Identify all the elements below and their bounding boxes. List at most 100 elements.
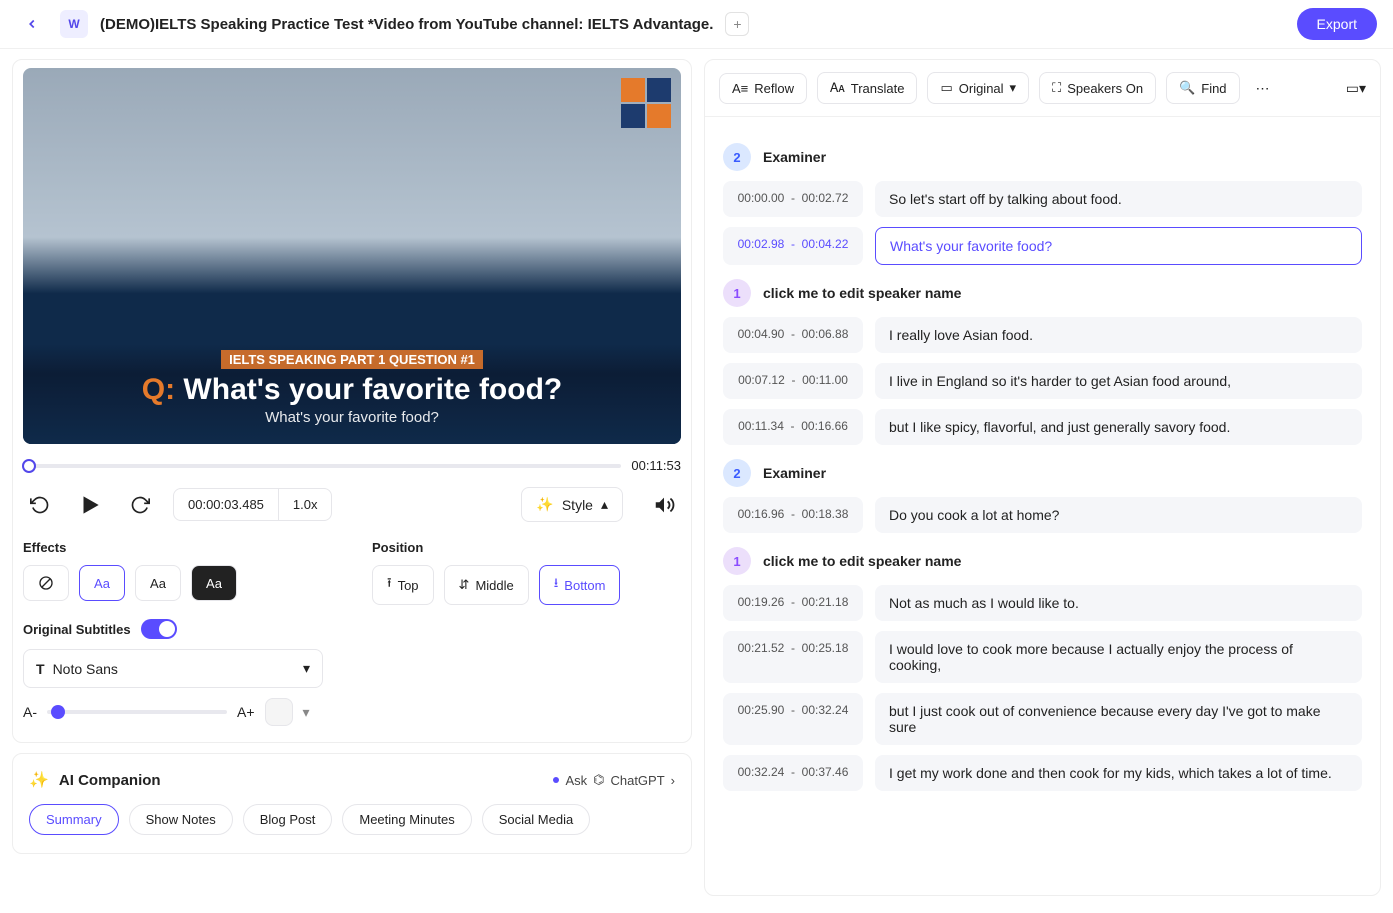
align-top-icon: ⭱	[387, 574, 392, 596]
style-dropdown[interactable]: ✨ Style ▴	[521, 487, 623, 522]
question-subtitle: Q: What's your favorite food?	[33, 373, 671, 407]
transcript-text[interactable]: I would love to cook more because I actu…	[875, 631, 1362, 683]
chevron-up-icon: ▴	[601, 496, 608, 513]
chip-summary[interactable]: Summary	[29, 804, 119, 835]
position-middle[interactable]: ⇵Middle	[444, 565, 529, 605]
transcript-line[interactable]: 00:32.24 - 00:37.46 I get my work done an…	[723, 755, 1362, 791]
back-button[interactable]	[16, 8, 48, 40]
color-picker[interactable]	[265, 698, 293, 726]
effect-dark[interactable]: Aa	[191, 565, 237, 601]
timestamp[interactable]: 00:21.52 - 00:25.18	[723, 631, 863, 683]
transcript-line[interactable]: 00:19.26 - 00:21.18 Not as much as I woul…	[723, 585, 1362, 621]
original-dropdown[interactable]: ▭Original▾	[927, 72, 1029, 104]
skill-icons	[621, 78, 671, 128]
add-tab-button[interactable]: +	[725, 12, 749, 36]
translate-icon: 🗛	[830, 80, 845, 96]
chevron-down-icon[interactable]: ▾	[303, 704, 310, 721]
rewind-button[interactable]	[23, 488, 57, 522]
align-bottom-icon: ⭳	[554, 574, 559, 596]
speakers-toggle[interactable]: ⛶Speakers On	[1039, 72, 1156, 104]
chip-show-notes[interactable]: Show Notes	[129, 804, 233, 835]
more-menu[interactable]: ⋯	[1250, 76, 1276, 101]
transcript-line[interactable]: 00:00.00 - 00:02.72 So let's start off by…	[723, 181, 1362, 217]
reflow-icon: A≡	[732, 81, 748, 96]
video-frame[interactable]: IELTS SPEAKING PART 1 QUESTION #1 Q: Wha…	[23, 68, 681, 444]
transcript-line[interactable]: 00:02.98 - 00:04.22 What's your favorite …	[723, 227, 1362, 265]
chevron-right-icon: ›	[671, 773, 675, 788]
player-panel: IELTS SPEAKING PART 1 QUESTION #1 Q: Wha…	[12, 59, 692, 743]
speaker-header[interactable]: 2 Examiner	[723, 143, 1362, 171]
duration-label: 00:11:53	[631, 458, 681, 473]
effect-plain[interactable]: Aa	[135, 565, 181, 601]
timestamp[interactable]: 00:02.98 - 00:04.22	[723, 227, 863, 265]
playback-rate[interactable]: 1.0x	[279, 489, 332, 520]
speakers-icon: ⛶	[1052, 80, 1061, 96]
transcript-text[interactable]: I get my work done and then cook for my …	[875, 755, 1362, 791]
sparkle-icon: ✨	[29, 770, 49, 790]
translate-button[interactable]: 🗛Translate	[817, 72, 917, 104]
timestamp[interactable]: 00:04.90 - 00:06.88	[723, 317, 863, 353]
transcript-panel: A≡Reflow 🗛Translate ▭Original▾ ⛶Speakers…	[704, 59, 1381, 896]
reflow-button[interactable]: A≡Reflow	[719, 73, 807, 104]
transcript-text[interactable]: What's your favorite food?	[875, 227, 1362, 265]
chip-blog-post[interactable]: Blog Post	[243, 804, 333, 835]
ai-companion-panel: ✨ AI Companion Ask ⌬ ChatGPT › SummarySh…	[12, 753, 692, 854]
speaker-badge: 2	[723, 143, 751, 171]
font-select[interactable]: T Noto Sans ▾	[23, 649, 323, 688]
speaker-badge: 1	[723, 547, 751, 575]
forward-button[interactable]	[123, 488, 157, 522]
transcript-text[interactable]: but I like spicy, flavorful, and just ge…	[875, 409, 1362, 445]
timestamp[interactable]: 00:07.12 - 00:11.00	[723, 363, 863, 399]
font-increase-label: A+	[237, 704, 255, 720]
subtitle-overlay: IELTS SPEAKING PART 1 QUESTION #1 Q: Wha…	[23, 344, 681, 444]
play-button[interactable]	[73, 488, 107, 522]
align-middle-icon: ⇵	[459, 577, 470, 593]
speaker-header[interactable]: 1click me to edit speaker name	[723, 279, 1362, 307]
timestamp[interactable]: 00:11.34 - 00:16.66	[723, 409, 863, 445]
timestamp[interactable]: 00:19.26 - 00:21.18	[723, 585, 863, 621]
chevron-down-icon: ▾	[303, 660, 310, 677]
transcript-text[interactable]: I live in England so it's harder to get …	[875, 363, 1362, 399]
speaker-header[interactable]: 2Examiner	[723, 459, 1362, 487]
export-button[interactable]: Export	[1297, 8, 1377, 40]
transcript-text[interactable]: I really love Asian food.	[875, 317, 1362, 353]
speaker-header[interactable]: 1 click me to edit speaker name	[723, 547, 1362, 575]
timestamp[interactable]: 00:00.00 - 00:02.72	[723, 181, 863, 217]
transcript-text[interactable]: Do you cook a lot at home?	[875, 497, 1362, 533]
timestamp[interactable]: 00:32.24 - 00:37.46	[723, 755, 863, 791]
effects-label: Effects	[23, 540, 332, 555]
transcript-line[interactable]: 00:25.90 - 00:32.24but I just cook out o…	[723, 693, 1362, 745]
transcript-text[interactable]: So let's start off by talking about food…	[875, 181, 1362, 217]
speaker-name[interactable]: click me to edit speaker name	[763, 553, 961, 569]
view-mode-dropdown[interactable]: ▭▾	[1346, 80, 1366, 97]
chip-social-media[interactable]: Social Media	[482, 804, 590, 835]
transcript-line[interactable]: 00:16.96 - 00:18.38 Do you cook a lot at …	[723, 497, 1362, 533]
transcript-line[interactable]: 00:21.52 - 00:25.18I would love to cook …	[723, 631, 1362, 683]
transcript-text[interactable]: but I just cook out of convenience becau…	[875, 693, 1362, 745]
seek-bar[interactable]	[23, 464, 621, 468]
transcript-line[interactable]: 00:04.90 - 00:06.88 I really love Asian f…	[723, 317, 1362, 353]
chip-meeting-minutes[interactable]: Meeting Minutes	[342, 804, 471, 835]
speaker-name[interactable]: Examiner	[763, 149, 826, 165]
effect-none[interactable]	[23, 565, 69, 601]
position-top[interactable]: ⭱Top	[372, 565, 434, 605]
transcript-text[interactable]: Not as much as I would like to.	[875, 585, 1362, 621]
timestamp[interactable]: 00:16.96 - 00:18.38	[723, 497, 863, 533]
transcript-line[interactable]: 00:11.34 - 00:16.66 but I like spicy, fla…	[723, 409, 1362, 445]
effect-outline[interactable]: Aa	[79, 565, 125, 601]
chevron-down-icon: ▾	[1010, 80, 1017, 96]
timestamp[interactable]: 00:25.90 - 00:32.24	[723, 693, 863, 745]
volume-button[interactable]	[647, 488, 681, 522]
transcript-line[interactable]: 00:07.12 - 00:11.00 I live in England so …	[723, 363, 1362, 399]
font-icon: T	[36, 661, 45, 677]
speaker-name[interactable]: Examiner	[763, 465, 826, 481]
original-subtitles-toggle[interactable]	[141, 619, 177, 639]
current-time[interactable]: 00:00:03.485	[174, 489, 279, 520]
ask-chatgpt-button[interactable]: Ask ⌬ ChatGPT ›	[553, 772, 675, 788]
caption-text: What's your favorite food?	[33, 409, 671, 426]
position-bottom[interactable]: ⭳Bottom	[539, 565, 621, 605]
find-button[interactable]: 🔍Find	[1166, 72, 1239, 104]
speaker-name[interactable]: click me to edit speaker name	[763, 285, 961, 301]
font-size-slider[interactable]	[47, 710, 227, 714]
openai-icon: ⌬	[593, 772, 604, 788]
